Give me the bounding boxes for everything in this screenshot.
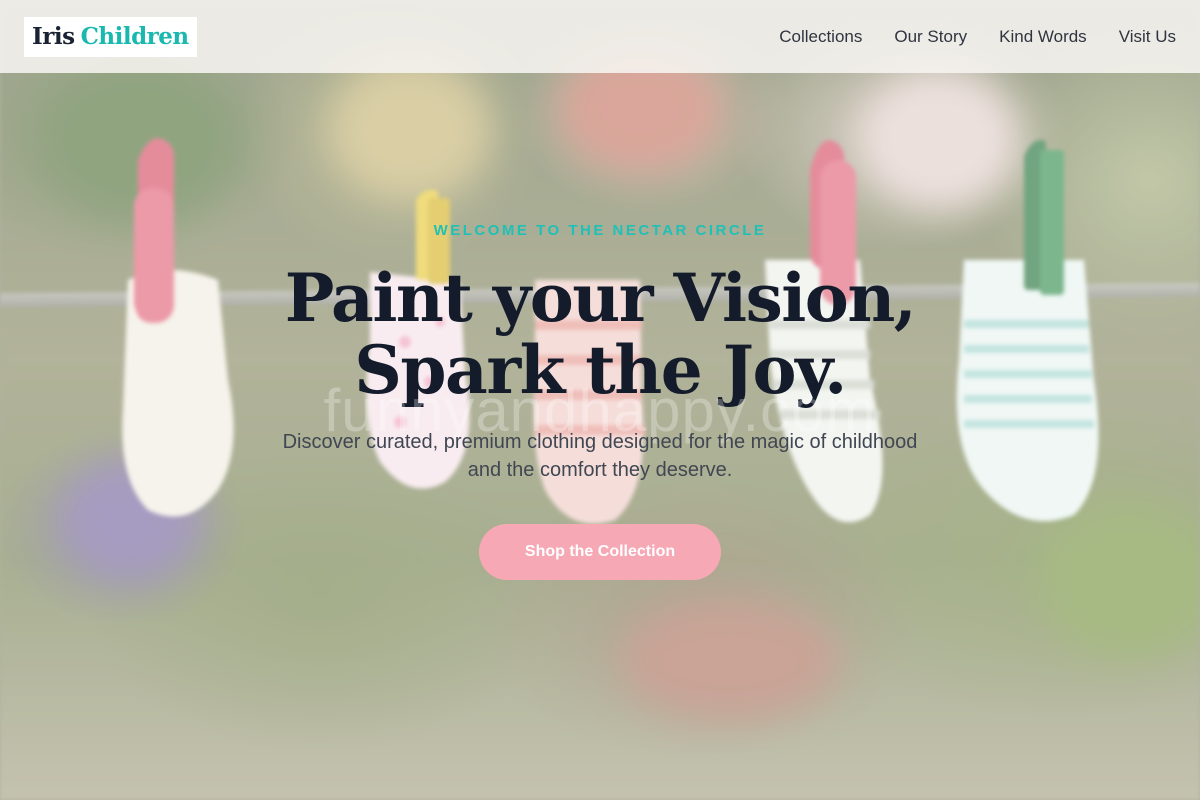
shop-collection-button[interactable]: Shop the Collection — [479, 524, 721, 580]
nav-item-visit-us[interactable]: Visit Us — [1119, 27, 1176, 47]
nav-item-kind-words[interactable]: Kind Words — [999, 27, 1087, 47]
brand-name-part2: Children — [80, 23, 190, 50]
hero-section: WELCOME TO THE NECTAR CIRCLE Paint your … — [0, 0, 1200, 800]
nav-item-collections[interactable]: Collections — [779, 27, 862, 47]
headline-line-1: Paint your Vision, — [284, 259, 917, 337]
main-nav: Collections Our Story Kind Words Visit U… — [779, 27, 1176, 47]
hero-subtext: Discover curated, premium clothing desig… — [282, 431, 918, 481]
site-header: Iris Children Collections Our Story Kind… — [0, 0, 1200, 73]
hero-eyebrow: WELCOME TO THE NECTAR CIRCLE — [433, 222, 767, 239]
brand-logo[interactable]: Iris Children — [24, 16, 197, 57]
nav-item-our-story[interactable]: Our Story — [894, 27, 967, 47]
brand-name-part1: Iris — [32, 23, 75, 50]
